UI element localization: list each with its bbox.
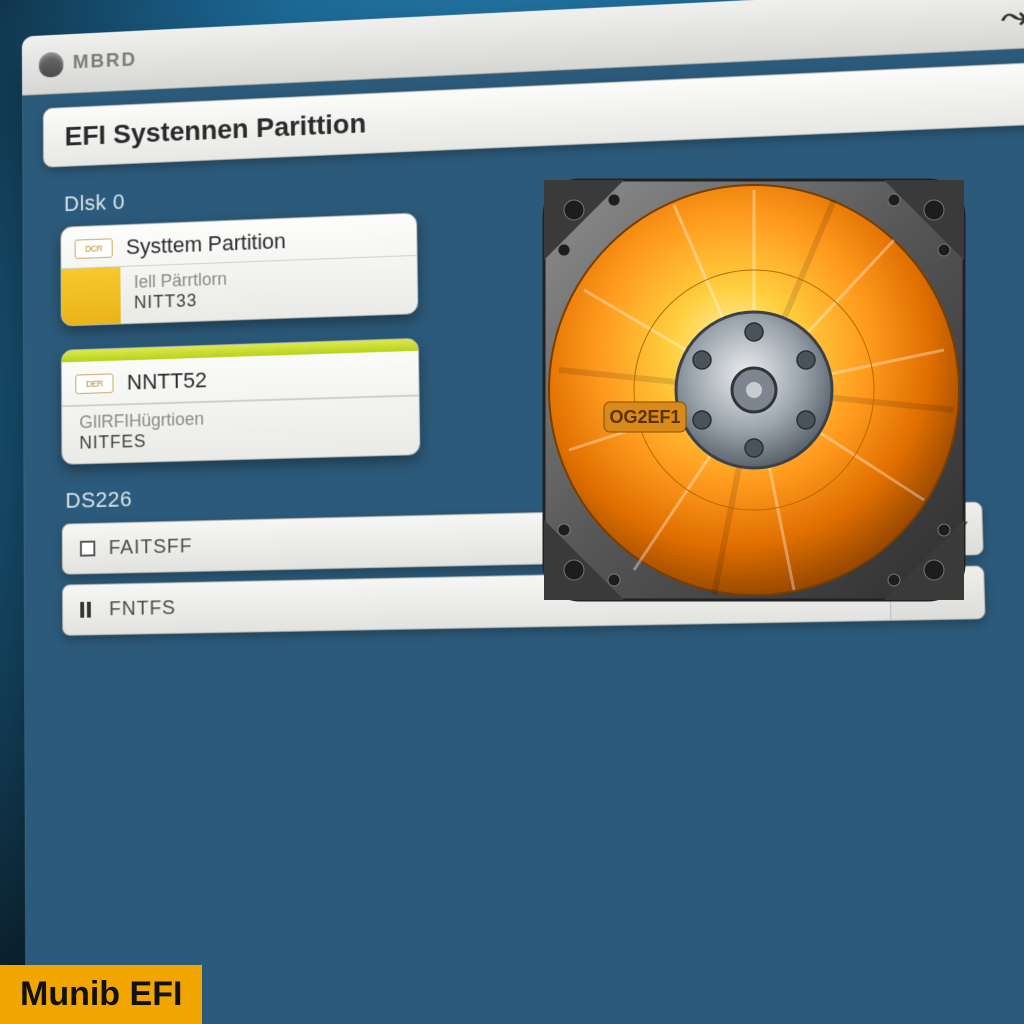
partition-title: NNTT52 <box>127 367 207 395</box>
volume-value: NEO3 <box>889 566 985 619</box>
app-icon <box>39 51 64 77</box>
partition-card-system[interactable]: DCR Systtem Partition Iell Pärrtlorn NIT… <box>60 213 418 327</box>
partition-title: Systtem Partition <box>126 229 286 261</box>
volume-icon <box>80 541 95 557</box>
usage-bar <box>61 267 120 325</box>
partition-meta-2: NITT33 <box>134 289 227 313</box>
volume-row-fntfs[interactable]: FNTFS NEO3 <box>62 565 986 635</box>
forward-arrow-icon[interactable]: ⤳ <box>1000 0 1024 35</box>
disk0-label: Dlsk 0 <box>64 152 1024 217</box>
partition-badge: DCR <box>75 238 113 259</box>
volume-value: 1T4657 <box>887 503 983 557</box>
partition-meta-2: NITFES <box>79 429 204 453</box>
volume-icon <box>80 602 95 618</box>
partition-manager-window: MBRD ⤳ EFI Systennen Parittion Dlsk 0 DC… <box>22 0 1024 1024</box>
watermark: Munib EFI <box>0 965 202 1024</box>
volume-row-fatsff[interactable]: FAITSFF 1T4657 <box>62 502 984 575</box>
volume-label: FAITSFF <box>109 535 193 560</box>
partition-badge: DER <box>75 373 113 394</box>
app-name: MBRD <box>73 49 137 74</box>
volume-label: FNTFS <box>109 597 176 621</box>
partition-card-ntfs[interactable]: DER NNTT52 GIlRFIHügrtioen NITFES <box>61 338 421 465</box>
